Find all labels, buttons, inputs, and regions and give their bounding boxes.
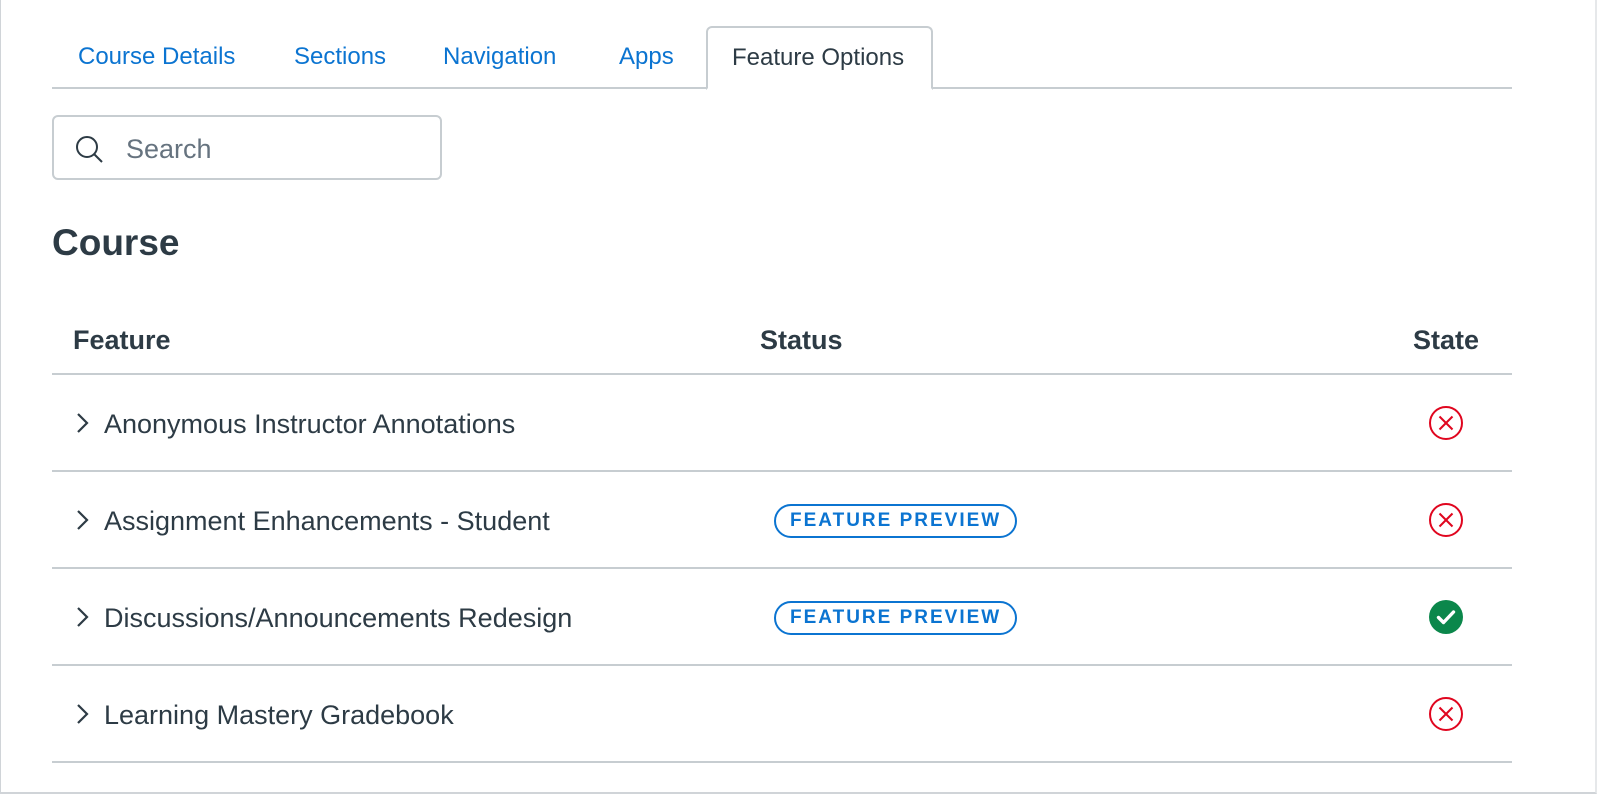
- feature-name[interactable]: Learning Mastery Gradebook: [104, 700, 454, 731]
- chevron-right-icon[interactable]: [74, 410, 92, 436]
- table-row: Assignment Enhancements - Student FEATUR…: [52, 472, 1512, 569]
- feature-preview-badge: FEATURE PREVIEW: [774, 601, 1018, 635]
- header-state: State: [1413, 325, 1480, 355]
- header-status: Status: [760, 325, 843, 355]
- settings-tabs: Course Details Sections Navigation Apps …: [52, 26, 1512, 90]
- table-row: Anonymous Instructor Annotations: [52, 375, 1512, 472]
- tab-sections[interactable]: Sections: [294, 26, 386, 88]
- chevron-right-icon[interactable]: [74, 604, 92, 630]
- table-header: Feature Status State: [52, 315, 1512, 375]
- chevron-right-icon[interactable]: [74, 507, 92, 533]
- x-circle-icon[interactable]: [1428, 405, 1464, 441]
- tab-apps[interactable]: Apps: [619, 26, 674, 88]
- x-circle-icon[interactable]: [1428, 502, 1464, 538]
- tab-feature-options[interactable]: Feature Options: [706, 26, 933, 90]
- search-icon: [76, 136, 103, 163]
- table-row: Discussions/Announcements Redesign FEATU…: [52, 569, 1512, 666]
- table-row: Learning Mastery Gradebook: [52, 666, 1512, 763]
- section-title: Course: [52, 222, 180, 263]
- features-table: Feature Status State Anonymous Instructo…: [52, 315, 1512, 763]
- chevron-right-icon[interactable]: [74, 701, 92, 727]
- x-circle-icon[interactable]: [1428, 696, 1464, 732]
- search-field[interactable]: [52, 115, 442, 180]
- feature-name[interactable]: Discussions/Announcements Redesign: [104, 603, 572, 634]
- search-input[interactable]: [124, 127, 428, 171]
- tab-course-details[interactable]: Course Details: [78, 26, 235, 88]
- check-circle-icon[interactable]: [1428, 599, 1464, 635]
- feature-name[interactable]: Anonymous Instructor Annotations: [104, 409, 515, 440]
- header-feature: Feature: [73, 325, 171, 355]
- feature-name[interactable]: Assignment Enhancements - Student: [104, 506, 550, 537]
- tab-navigation[interactable]: Navigation: [443, 26, 556, 88]
- feature-preview-badge: FEATURE PREVIEW: [774, 504, 1018, 538]
